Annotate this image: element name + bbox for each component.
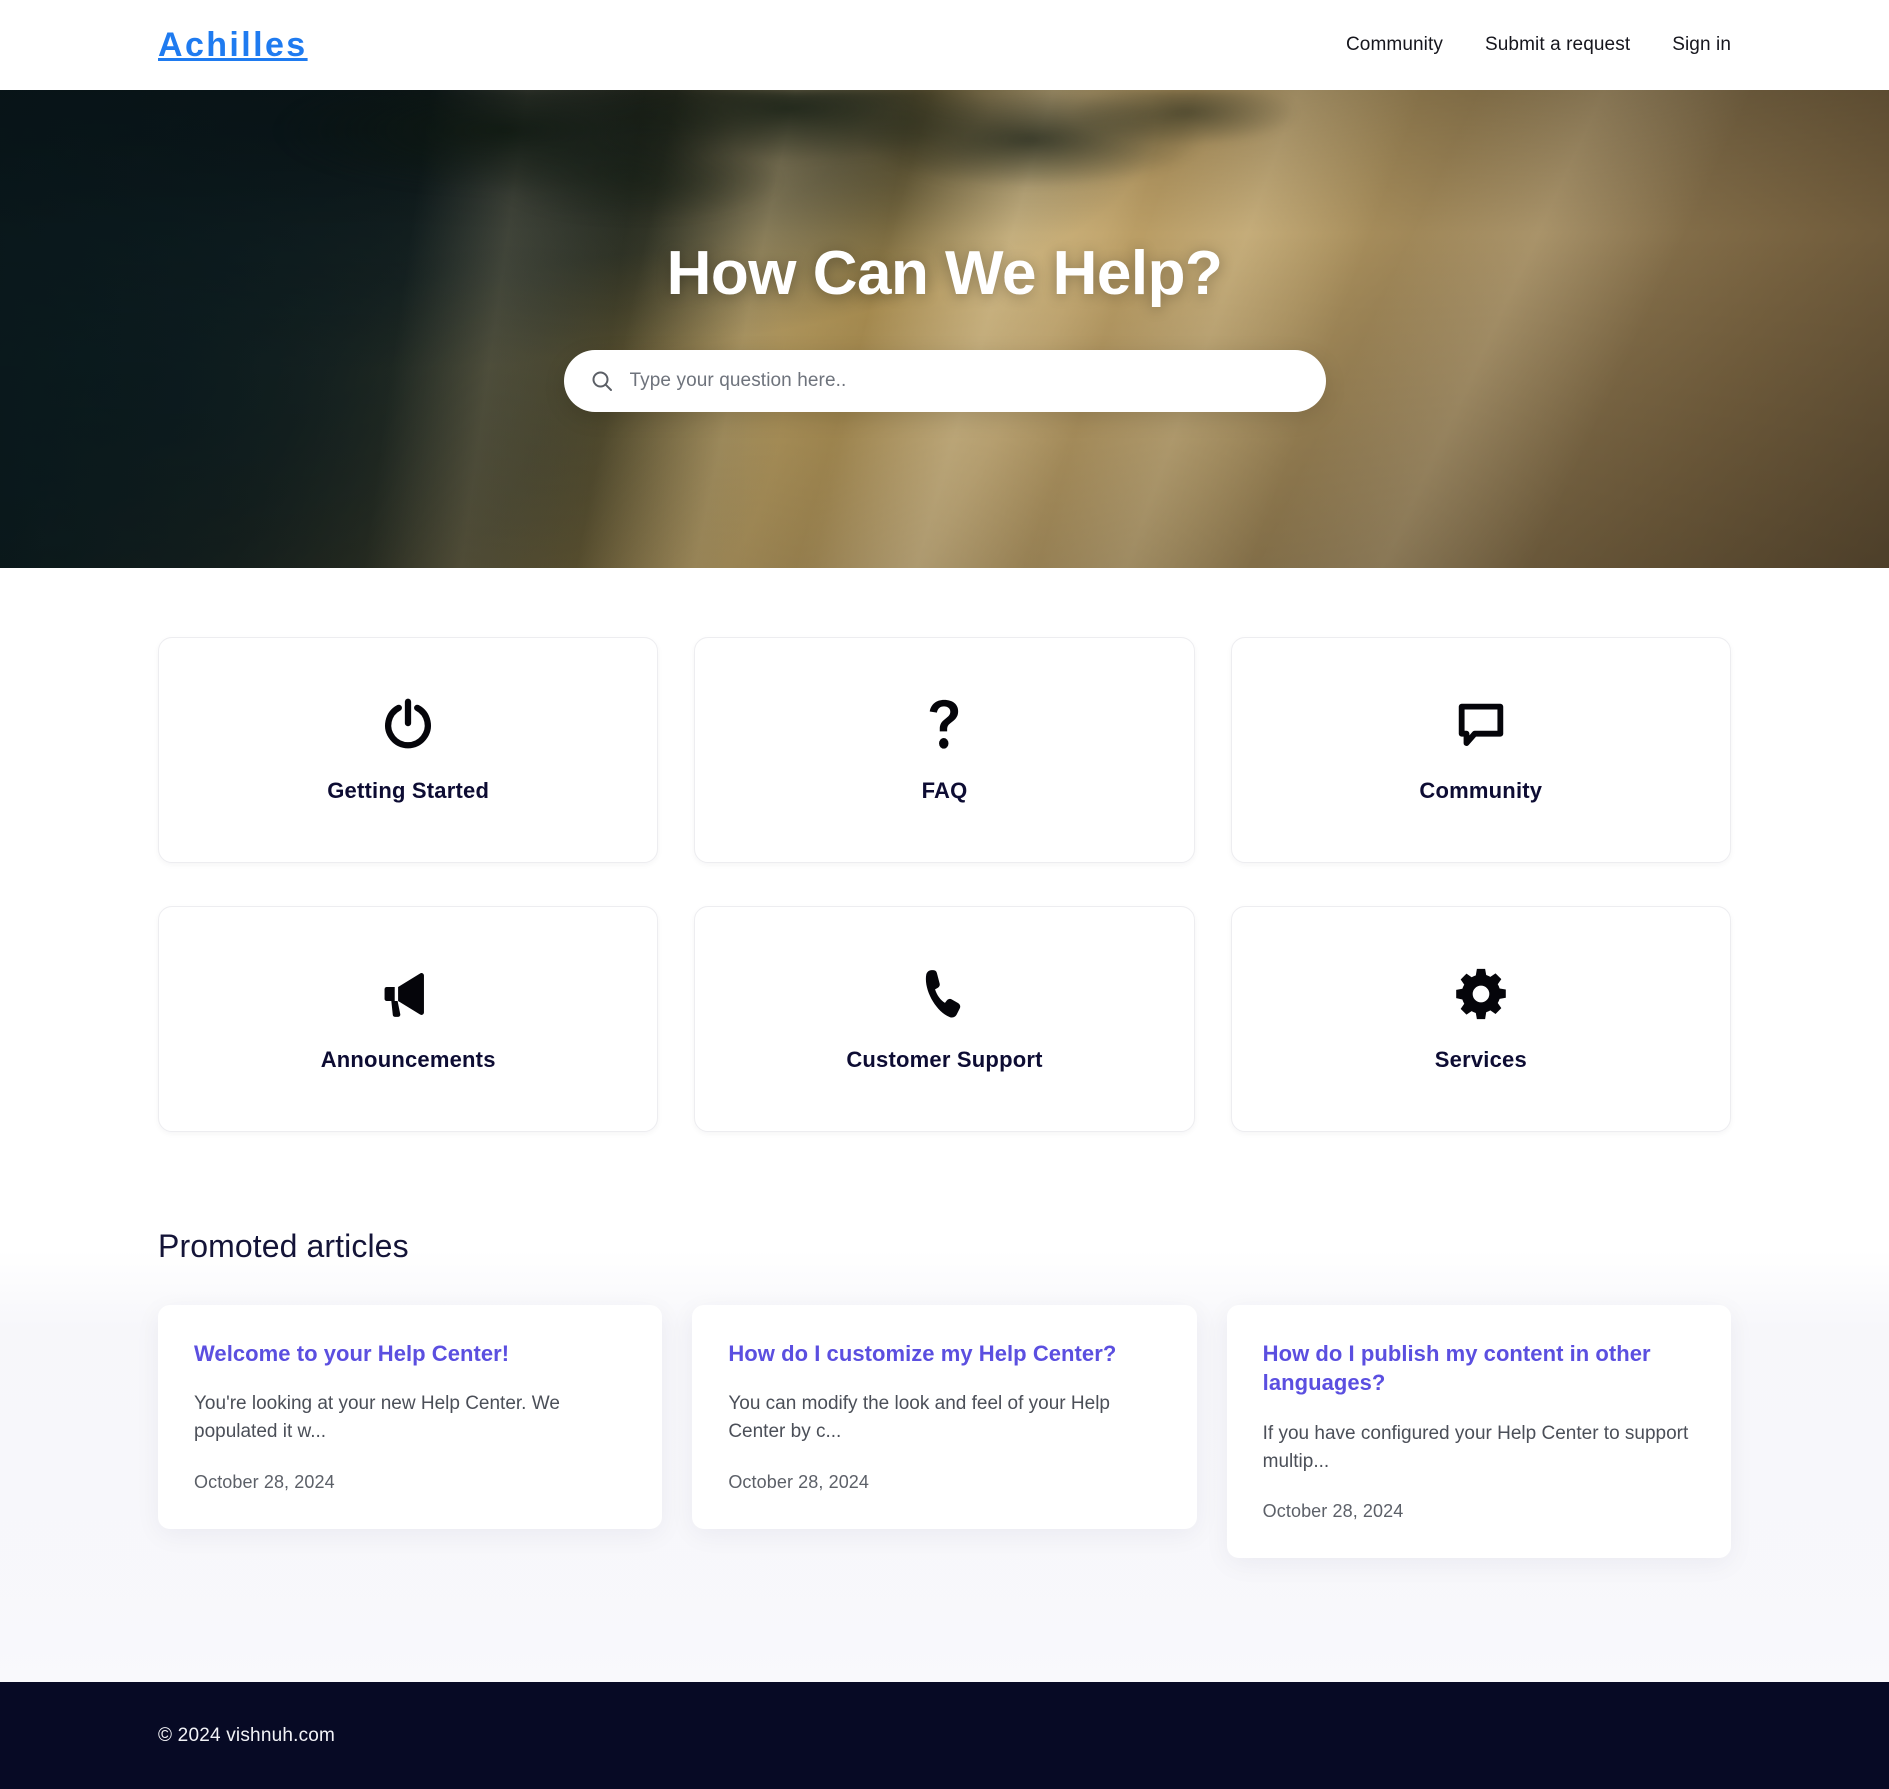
category-label: Announcements bbox=[320, 1047, 496, 1072]
article-excerpt: If you have configured your Help Center … bbox=[1262, 1422, 1689, 1472]
category-card-customer-support[interactable]: Customer Support bbox=[694, 906, 1195, 1132]
hero-banner: How Can We Help? bbox=[0, 90, 1889, 568]
site-header: Achilles Community Submit a request Sign… bbox=[0, 0, 1889, 90]
promoted-articles-grid: Welcome to your Help Center! You're look… bbox=[158, 1305, 1731, 1559]
article-title-link[interactable]: How do I publish my content in other lan… bbox=[1263, 1339, 1695, 1398]
nav-sign-in[interactable]: Sign in bbox=[1672, 34, 1731, 56]
site-footer: © 2024 vishnuh.com bbox=[0, 1682, 1889, 1789]
page-title: How Can We Help? bbox=[666, 239, 1223, 308]
search-input[interactable] bbox=[629, 370, 1300, 393]
megaphone-icon bbox=[384, 973, 425, 1017]
article-date: October 28, 2024 bbox=[728, 1471, 870, 1492]
question-mark-icon bbox=[930, 699, 959, 749]
category-label: Getting Started bbox=[327, 778, 490, 803]
article-title-link[interactable]: How do I customize my Help Center? bbox=[728, 1339, 1160, 1368]
category-grid: Getting Started FAQ Community Announceme… bbox=[158, 568, 1731, 1132]
article-card[interactable]: How do I publish my content in other lan… bbox=[1226, 1305, 1731, 1559]
section-heading: Promoted articles bbox=[158, 1228, 409, 1264]
category-card-faq[interactable]: FAQ bbox=[694, 637, 1195, 863]
category-card-community[interactable]: Community bbox=[1230, 637, 1731, 863]
gear-icon bbox=[1456, 968, 1506, 1020]
site-logo[interactable]: Achilles bbox=[158, 28, 308, 62]
search-bar[interactable] bbox=[563, 350, 1326, 413]
article-card[interactable]: How do I customize my Help Center? You c… bbox=[692, 1305, 1197, 1529]
category-label: Community bbox=[1419, 778, 1543, 803]
nav-submit-request[interactable]: Submit a request bbox=[1485, 34, 1630, 56]
category-card-announcements[interactable]: Announcements bbox=[158, 906, 659, 1132]
phone-icon bbox=[926, 970, 961, 1018]
power-icon bbox=[385, 698, 432, 749]
nav-community[interactable]: Community bbox=[1346, 34, 1443, 56]
copyright-text: © 2024 vishnuh.com bbox=[158, 1724, 336, 1746]
search-icon bbox=[592, 371, 612, 392]
category-label: FAQ bbox=[921, 778, 968, 803]
article-date: October 28, 2024 bbox=[1262, 1501, 1404, 1522]
chat-bubble-icon bbox=[1458, 703, 1504, 747]
category-cards-section: Getting Started FAQ Community Announceme… bbox=[0, 568, 1889, 1132]
category-card-services[interactable]: Services bbox=[1230, 906, 1731, 1132]
article-card[interactable]: Welcome to your Help Center! You're look… bbox=[158, 1305, 663, 1529]
category-label: Customer Support bbox=[846, 1047, 1043, 1072]
help-center-page: Achilles Community Submit a request Sign… bbox=[0, 0, 1889, 1789]
article-excerpt: You can modify the look and feel of your… bbox=[728, 1393, 1110, 1443]
primary-nav: Community Submit a request Sign in bbox=[1346, 34, 1731, 56]
promoted-articles-section: Promoted articles Welcome to your Help C… bbox=[0, 1228, 1889, 1559]
category-card-getting-started[interactable]: Getting Started bbox=[158, 637, 659, 863]
article-title-link[interactable]: Welcome to your Help Center! bbox=[194, 1339, 626, 1368]
category-label: Services bbox=[1434, 1047, 1527, 1072]
hero-content: How Can We Help? bbox=[0, 90, 1889, 568]
article-excerpt: You're looking at your new Help Center. … bbox=[194, 1393, 560, 1443]
article-date: October 28, 2024 bbox=[194, 1471, 335, 1492]
